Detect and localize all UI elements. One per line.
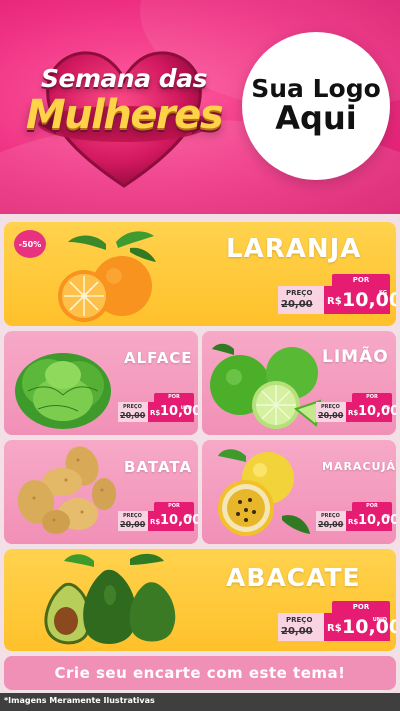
price-unit: KG [379, 290, 387, 296]
new-price-box: R$ 10,00 KG [346, 511, 396, 531]
old-price: 20,00 [281, 626, 313, 637]
price-value: 10,00 [160, 404, 198, 419]
header-banner: Semana das Mulheres Sua Logo Aqui [0, 0, 400, 214]
price-tag: POR PREÇO 20,00 R$ 10,00 KG [316, 393, 396, 423]
old-price-box: PREÇO 20,00 [278, 613, 324, 641]
currency: R$ [150, 518, 161, 526]
cta-banner[interactable]: Crie seu encarte com este tema! [4, 656, 396, 690]
footer-bar: *Imagens Meramente Ilustrativas [0, 693, 400, 711]
discount-badge: -50% [14, 230, 46, 258]
product-card-limao: LIMÃO POR PREÇO 20,00 R$ 10,00 KG [202, 331, 396, 435]
preco-label: PREÇO [123, 404, 142, 410]
old-price-box: PREÇO 20,00 [118, 511, 148, 531]
new-price-box: R$ 10,00 KG [148, 511, 198, 531]
product-name: BATATA [124, 458, 193, 476]
currency: R$ [150, 409, 161, 417]
price-value: 10,00 [358, 404, 396, 419]
price-tag: POR PREÇO 20,00 R$ 10,00 KG [278, 274, 396, 316]
orange-icon [58, 231, 156, 322]
por-label: POR [154, 502, 194, 511]
new-price-box: R$ 10,00 UNID [148, 402, 198, 422]
title-line-2: Mulheres [25, 92, 224, 138]
currency: R$ [327, 296, 342, 307]
product-name: ALFACE [124, 349, 193, 367]
por-label: POR [332, 274, 390, 286]
currency: R$ [348, 409, 359, 417]
old-price-box: PREÇO 20,00 [118, 402, 148, 422]
title-line-1: Semana das [41, 64, 207, 93]
preco-label: PREÇO [286, 289, 313, 297]
old-price-box: PREÇO 20,00 [278, 286, 324, 314]
new-price-box: R$ 10,00 UNID [324, 613, 396, 641]
campaign-title: Semana das Mulheres [14, 64, 234, 137]
product-card-maracuja: MARACUJÁ POR PREÇO 20,00 R$ 10,00 KG [202, 440, 396, 544]
price-unit: KG [383, 514, 390, 519]
product-name: MARACUJÁ [322, 460, 396, 473]
avocado-icon [44, 553, 176, 645]
old-price: 20,00 [120, 520, 146, 529]
new-price-box: R$ 10,00 KG [346, 402, 396, 422]
por-label: POR [352, 393, 392, 402]
price-tag: POR PREÇO 20,00 R$ 10,00 UNID [278, 601, 396, 643]
disclaimer-text: *Imagens Meramente Ilustrativas [4, 696, 155, 705]
por-label: POR [352, 502, 392, 511]
price-value: 10,00 [358, 513, 396, 528]
price-value: 10,00 [160, 513, 198, 528]
old-price: 20,00 [318, 411, 344, 420]
product-card-laranja: -50% LARANJA POR PREÇO 20,00 R$ 10,00 KG [4, 222, 396, 326]
preco-label: PREÇO [321, 404, 340, 410]
por-label: POR [332, 601, 390, 613]
old-price: 20,00 [120, 411, 146, 420]
preco-label: PREÇO [321, 513, 340, 519]
old-price-box: PREÇO 20,00 [316, 402, 346, 422]
preco-label: PREÇO [123, 513, 142, 519]
old-price-box: PREÇO 20,00 [316, 511, 346, 531]
passion-fruit-icon [218, 449, 310, 536]
currency: R$ [348, 518, 359, 526]
lettuce-icon [15, 353, 111, 429]
product-name: LARANJA [226, 234, 362, 264]
logo-placeholder: Sua Logo Aqui [242, 32, 390, 180]
product-card-alface: ALFACE POR PREÇO 20,00 R$ 10,00 UNID [4, 331, 198, 435]
lime-icon [210, 343, 322, 429]
currency: R$ [327, 623, 342, 634]
product-name: LIMÃO [322, 347, 389, 367]
product-card-batata: BATATA POR PREÇO 20,00 R$ 10,00 KG [4, 440, 198, 544]
por-label: POR [154, 393, 194, 402]
price-unit: UNID [180, 405, 192, 410]
new-price-box: R$ 10,00 KG [324, 286, 396, 314]
preco-label: PREÇO [286, 616, 313, 624]
old-price: 20,00 [318, 520, 344, 529]
product-name: ABACATE [226, 563, 361, 592]
price-unit: KG [383, 405, 390, 410]
price-value: 10,00 [342, 289, 396, 311]
product-card-abacate: ABACATE POR PREÇO 20,00 R$ 10,00 UNID [4, 549, 396, 651]
old-price: 20,00 [281, 299, 313, 310]
potato-icon [17, 446, 116, 534]
price-value: 10,00 [342, 616, 396, 638]
price-tag: POR PREÇO 20,00 R$ 10,00 KG [118, 502, 198, 532]
price-tag: POR PREÇO 20,00 R$ 10,00 KG [316, 502, 396, 532]
price-unit: KG [185, 514, 192, 519]
cta-text: Crie seu encarte com este tema! [54, 664, 346, 682]
logo-text-line-2: Aqui [275, 99, 357, 138]
price-tag: POR PREÇO 20,00 R$ 10,00 UNID [118, 393, 198, 423]
price-unit: UNID [372, 617, 387, 623]
